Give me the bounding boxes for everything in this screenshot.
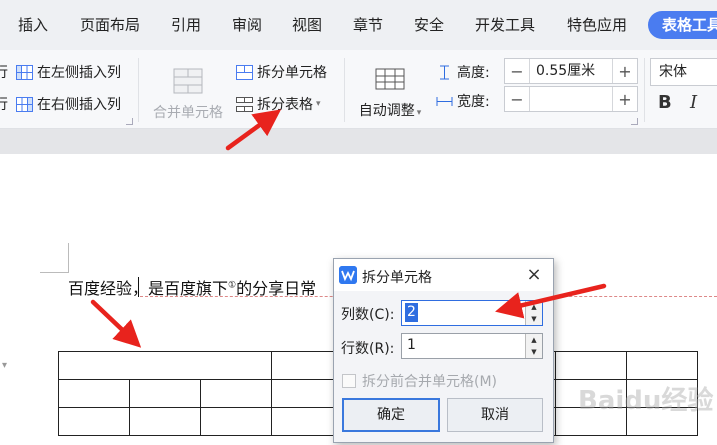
italic-button[interactable]: I (690, 92, 697, 113)
insert-column-left-icon (16, 64, 33, 80)
watermark-logo: Baidu经验 (578, 386, 714, 416)
table-cell[interactable] (271, 379, 343, 408)
tab-review[interactable]: 审阅 (232, 12, 262, 38)
insert-left-column-button[interactable]: 在左侧插入列 (16, 62, 121, 82)
tab-table-tools[interactable]: 表格工具 (648, 11, 717, 39)
column-width-spinner[interactable]: − + (504, 86, 638, 112)
columns-count-input[interactable]: 2 ▲ ▼ (401, 300, 543, 326)
table-row-marker-icon: ▾ (2, 360, 8, 371)
ok-button[interactable]: 确定 (342, 398, 440, 432)
tab-chapter[interactable]: 章节 (353, 12, 383, 38)
dropdown-caret-icon: ▾ (416, 108, 422, 118)
row-height-label-group: 高度: (436, 62, 490, 82)
insert-right-column-button[interactable]: 在右侧插入列 (16, 94, 121, 114)
ribbon-separator (138, 58, 139, 122)
merge-before-split-label: 拆分前合并单元格(M) (362, 374, 498, 390)
tab-developer-tools[interactable]: 开发工具 (475, 12, 535, 38)
tab-page-layout[interactable]: 页面布局 (80, 12, 140, 38)
width-value-input[interactable] (529, 87, 613, 111)
tab-insert[interactable]: 插入 (18, 12, 48, 38)
insert-right-column-label: 在右侧插入列 (37, 97, 121, 113)
table-cell[interactable] (271, 407, 343, 436)
ribbon-separator (644, 58, 645, 122)
spin-down-icon[interactable]: ▼ (526, 346, 542, 358)
insert-left-column-label: 在左侧插入列 (37, 65, 121, 81)
table-cell[interactable] (58, 379, 130, 408)
columns-label: 列数(C): (341, 307, 395, 323)
cancel-button[interactable]: 取消 (447, 398, 543, 432)
rows-spinner[interactable]: ▲ ▼ (525, 334, 542, 358)
table-cell[interactable] (58, 407, 130, 436)
table-cell[interactable] (200, 407, 272, 436)
text-cursor (138, 277, 139, 297)
insert-column-right-icon (16, 96, 33, 112)
footnote-marker: ① (228, 280, 237, 291)
split-cells-icon (236, 64, 253, 80)
ruler-band (0, 129, 717, 154)
table-cell[interactable] (626, 351, 698, 380)
tab-security[interactable]: 安全 (414, 12, 444, 38)
group-launcher-icon[interactable] (631, 118, 638, 125)
table-cell[interactable] (555, 351, 627, 380)
table-cell[interactable] (129, 407, 201, 436)
row-height-icon (440, 65, 449, 79)
spin-down-icon[interactable]: ▼ (526, 313, 542, 325)
auto-adjust-label: 自动调整 (358, 103, 415, 119)
columns-count-value: 2 (405, 303, 418, 322)
ribbon-panel: 行 行 在左侧插入列 在右侧插入列 合并单元格 拆分单元格 拆分表格 ▾ 自动调… (0, 50, 717, 129)
insert-row-partial-bottom[interactable]: 行 (0, 94, 8, 114)
checkbox-box[interactable] (342, 374, 356, 388)
split-table-button[interactable]: 拆分表格 ▾ (236, 94, 321, 114)
auto-adjust-button[interactable]: 自动调整 ▾ (355, 58, 425, 120)
dialog-title: 拆分单元格 (362, 270, 432, 286)
wps-logo-icon (339, 266, 357, 284)
height-decrease-button[interactable]: − (505, 62, 529, 81)
tab-view[interactable]: 视图 (292, 12, 322, 38)
columns-spinner[interactable]: ▲ ▼ (525, 301, 542, 325)
ribbon-tab-bar: 插入 页面布局 引用 审阅 视图 章节 安全 开发工具 特色应用 表格工具 (0, 0, 717, 50)
page-margin-corner (40, 243, 69, 273)
merge-before-split-checkbox[interactable]: 拆分前合并单元格(M) (342, 371, 497, 391)
split-table-label: 拆分表格 (257, 97, 313, 113)
column-width-label-group: 宽度: (436, 91, 490, 111)
height-increase-button[interactable]: + (613, 62, 637, 81)
width-decrease-button[interactable]: − (505, 90, 529, 109)
spin-up-icon[interactable]: ▲ (526, 334, 542, 346)
ribbon-separator (344, 58, 345, 122)
width-label: 宽度: (457, 94, 490, 110)
dropdown-caret-icon: ▾ (316, 99, 321, 109)
height-label: 高度: (457, 65, 490, 81)
table-cell[interactable] (271, 351, 343, 380)
font-name-select[interactable]: 宋体 (650, 58, 717, 86)
auto-adjust-icon (375, 68, 405, 90)
split-table-icon (236, 96, 253, 112)
merge-cells-icon (173, 68, 203, 94)
group-launcher-icon[interactable] (126, 118, 133, 125)
merge-cells-button[interactable]: 合并单元格 (150, 58, 226, 122)
dialog-title-bar[interactable]: 拆分单元格 × (334, 259, 553, 291)
split-cells-dialog: 拆分单元格 × 列数(C): 2 ▲ ▼ 行数(R): 1 ▲ ▼ 拆分前合并单… (333, 258, 554, 443)
rows-count-value: 1 (407, 337, 416, 353)
rows-count-input[interactable]: 1 ▲ ▼ (401, 333, 543, 359)
spin-up-icon[interactable]: ▲ (526, 301, 542, 313)
merge-cells-label: 合并单元格 (153, 105, 223, 121)
tab-references[interactable]: 引用 (171, 12, 201, 38)
column-width-icon (436, 96, 453, 106)
split-cells-label: 拆分单元格 (257, 65, 327, 81)
split-cells-button[interactable]: 拆分单元格 (236, 62, 327, 82)
table-cell[interactable] (129, 379, 201, 408)
rows-label: 行数(R): (341, 341, 395, 357)
width-increase-button[interactable]: + (613, 90, 637, 109)
insert-row-partial-top[interactable]: 行 (0, 62, 8, 82)
close-icon[interactable]: × (523, 264, 545, 286)
row-height-spinner[interactable]: − 0.55厘米 + (504, 58, 638, 84)
bold-button[interactable]: B (658, 92, 672, 113)
table-cell[interactable] (58, 351, 272, 380)
tab-special-apps[interactable]: 特色应用 (567, 12, 627, 38)
table-cell[interactable] (200, 379, 272, 408)
height-value-input[interactable]: 0.55厘米 (529, 59, 613, 83)
